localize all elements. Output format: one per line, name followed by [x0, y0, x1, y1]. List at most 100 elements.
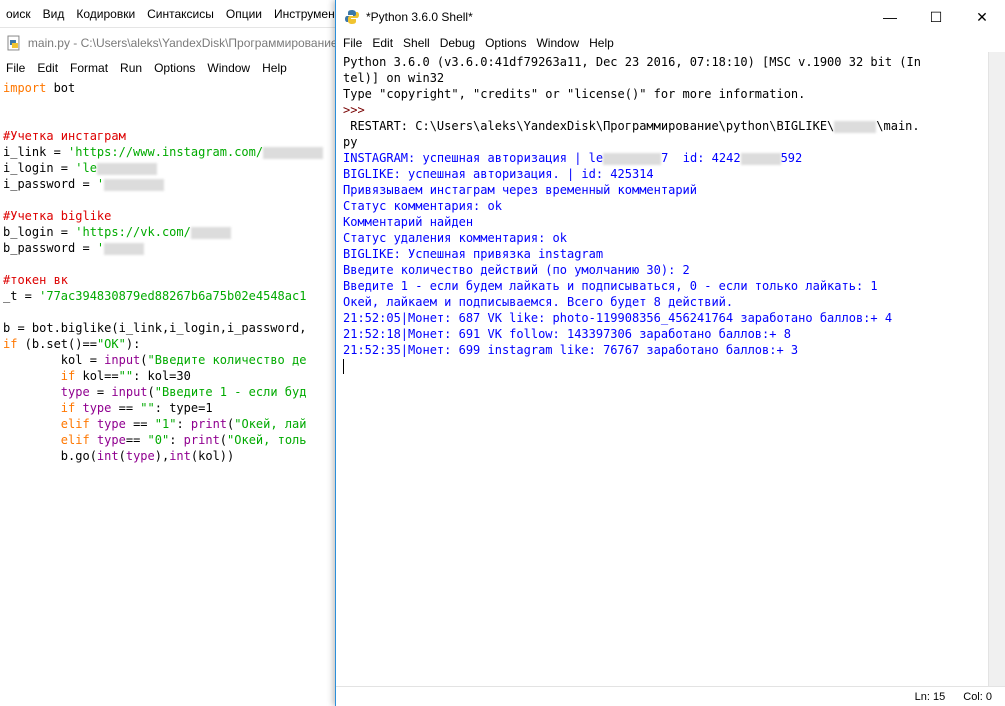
maximize-button[interactable]: ☐	[913, 0, 959, 34]
redacted-block	[834, 120, 877, 133]
shell-output-line: 21:52:35|Монет: 699 instagram like: 7676…	[343, 343, 799, 357]
editor-menu-edit[interactable]: Edit	[31, 61, 64, 75]
code-token: b.go(	[3, 449, 97, 463]
code-line: b.go(int(type),int(kol))	[3, 448, 336, 464]
code-line: import bot	[3, 80, 336, 96]
python-file-icon	[7, 35, 20, 51]
code-token: kol =	[3, 353, 105, 367]
editor-menu-run[interactable]: Run	[114, 61, 148, 75]
shell-output-line: Окей, лайкаем и подписываемся. Всего буд…	[343, 295, 734, 309]
status-bar: Ln: 15 Col: 0	[336, 686, 1005, 706]
shell-menu-edit[interactable]: Edit	[367, 36, 398, 50]
code-token: ==	[125, 417, 155, 431]
code-keyword: elif	[3, 417, 90, 431]
code-keyword: if	[3, 369, 76, 383]
redacted-block	[603, 152, 662, 165]
code-string: "Окей, толь	[227, 433, 307, 447]
shell-menu-shell[interactable]: Shell	[398, 36, 435, 50]
code-token: b_password =	[3, 241, 97, 255]
minimize-button[interactable]: —	[867, 0, 913, 34]
code-string: ""	[140, 401, 155, 415]
redacted-block	[190, 226, 231, 239]
code-builtin: type	[82, 401, 112, 415]
code-comment: #токен вк	[3, 273, 69, 287]
editor-menu-format[interactable]: Format	[64, 61, 114, 75]
editor-menu-options[interactable]: Options	[148, 61, 201, 75]
code-token: i_login =	[3, 161, 76, 175]
code-line: if (b.set()=="OK"):	[3, 336, 336, 352]
code-token: (	[118, 449, 126, 463]
shell-output-line: Статус комментария: ok	[343, 199, 502, 213]
code-keyword: if	[3, 401, 76, 415]
shell-output-line: BIGLIKE: Успешная привязка instagram	[343, 247, 604, 261]
close-button[interactable]: ✕	[959, 0, 1005, 34]
editor-code-area[interactable]: import bot #Учетка инстаграм i_link = 'h…	[0, 80, 336, 706]
code-line: elif type== "0": print("Окей, толь	[3, 432, 336, 448]
code-string: ""	[118, 369, 134, 383]
shell-menu-options[interactable]: Options	[480, 36, 531, 50]
editor-titlebar[interactable]: main.py - C:\Users\aleks\YandexDisk\Прог…	[0, 28, 336, 58]
restart-text-tail: \main.	[876, 119, 920, 133]
bg-menu-view[interactable]: Вид	[37, 7, 71, 21]
code-token: =	[89, 385, 112, 399]
code-token: (	[140, 353, 148, 367]
code-line: b_password = '	[3, 240, 336, 256]
shell-menu-window[interactable]: Window	[531, 36, 584, 50]
code-line: b = bot.biglike(i_link,i_login,i_passwor…	[3, 320, 336, 336]
code-line: #Учетка biglike	[3, 208, 336, 224]
python-shell-window: *Python 3.6.0 Shell* — ☐ ✕ File Edit She…	[335, 0, 1005, 706]
code-comment: #Учетка инстаграм	[3, 129, 126, 143]
vertical-scrollbar[interactable]	[988, 52, 1005, 686]
code-token: :	[169, 433, 184, 447]
code-token: import	[3, 81, 47, 95]
shell-line: Python 3.6.0 (v3.6.0:41df79263a11, Dec 2…	[343, 55, 921, 69]
shell-menu-debug[interactable]: Debug	[435, 36, 480, 50]
code-token: i_password =	[3, 177, 97, 191]
bg-menu-syntax[interactable]: Синтаксисы	[141, 7, 220, 21]
code-token: ),	[154, 449, 170, 463]
python-icon	[345, 10, 359, 24]
shell-output-line: Комментарий найден	[343, 215, 474, 229]
code-token: :	[176, 417, 191, 431]
bg-menu-encodings[interactable]: Кодировки	[70, 7, 141, 21]
code-keyword: if	[3, 337, 18, 351]
editor-title: main.py - C:\Users\aleks\YandexDisk\Прог…	[27, 36, 336, 50]
editor-menu-help[interactable]: Help	[256, 61, 293, 75]
code-builtin: print	[190, 417, 228, 431]
shell-prompt: >>>	[343, 103, 372, 117]
code-token: : kol=30	[133, 369, 191, 383]
bg-menu-search[interactable]: оиск	[0, 7, 37, 21]
shell-menu-file[interactable]: File	[338, 36, 367, 50]
code-token: (b.set()==	[17, 337, 97, 351]
code-string: '	[96, 177, 105, 191]
code-line: i_login = 'le	[3, 160, 336, 176]
shell-output-area[interactable]: Python 3.6.0 (v3.6.0:41df79263a11, Dec 2…	[336, 52, 988, 686]
shell-menu-help[interactable]: Help	[584, 36, 619, 50]
code-token: bot	[46, 81, 76, 95]
code-builtin: type	[125, 449, 155, 463]
code-string: "Введите количество де	[147, 353, 307, 367]
shell-output-line: 21:52:05|Монет: 687 VK like: photo-11990…	[343, 311, 893, 325]
code-token: _t =	[3, 289, 40, 303]
shell-input-line[interactable]	[343, 358, 988, 374]
code-builtin: input	[111, 385, 148, 399]
editor-menu-window[interactable]: Window	[201, 61, 256, 75]
bg-menu-tools[interactable]: Инструмен	[268, 7, 341, 21]
shell-line: Type "copyright", "credits" or "license(…	[343, 87, 806, 101]
code-builtin: type	[96, 417, 126, 431]
bg-menu-options[interactable]: Опции	[220, 7, 268, 21]
shell-titlebar[interactable]: *Python 3.6.0 Shell* — ☐ ✕	[336, 0, 1005, 34]
redacted-block	[96, 162, 157, 175]
code-line: i_password = '	[3, 176, 336, 192]
code-builtin: int	[96, 449, 119, 463]
code-builtin: input	[104, 353, 141, 367]
code-line: if type == "": type=1	[3, 400, 336, 416]
editor-menu-file[interactable]: File	[0, 61, 31, 75]
code-line: #Учетка инстаграм	[3, 128, 336, 144]
shell-line: tel)] on win32	[343, 71, 445, 85]
redacted-block	[104, 178, 165, 191]
code-string: "OK"	[96, 337, 126, 351]
